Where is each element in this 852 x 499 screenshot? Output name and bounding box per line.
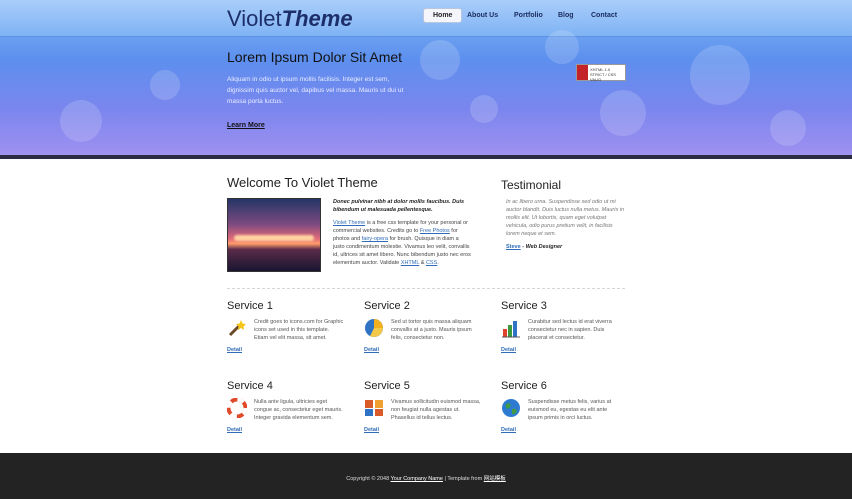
welcome-text-part: . (437, 260, 439, 266)
service-2-detail-link[interactable]: Detail (364, 347, 379, 353)
globe-icon (502, 399, 520, 417)
bar-chart-icon (502, 321, 520, 338)
hero-title: Lorem Ipsum Dolor Sit Amet (227, 49, 403, 65)
testimonial-quote: In ac libero urna. Suspendisse sed odio … (506, 199, 624, 237)
nav-about-us[interactable]: About Us (467, 12, 498, 19)
service-4-text: Nulla ante ligula, ultricies eget congue… (254, 399, 343, 421)
service-6-detail-link[interactable]: Detail (501, 427, 516, 433)
bokeh-decoration (420, 40, 460, 80)
footer-text-part: | Template from (442, 476, 484, 482)
free-photos-link[interactable]: Free Photos (420, 228, 450, 234)
service-5-detail-link[interactable]: Detail (364, 427, 379, 433)
service-5-text: Vivamus sollicitudin euismod massa, non … (391, 399, 481, 421)
magic-wand-icon (228, 320, 246, 337)
bokeh-decoration (60, 100, 102, 142)
nav-blog[interactable]: Blog (558, 12, 574, 19)
bokeh-decoration (150, 70, 180, 100)
service-3-text: Curabitur sed lectus id erat viverra con… (528, 319, 612, 341)
xhtml-link[interactable]: XHTML (401, 260, 419, 266)
welcome-intro: Donec pulvinar nibh at dolor mollis fauc… (333, 199, 465, 213)
testimonial-heading: Testimonial (501, 178, 562, 192)
service-3-title: Service 3 (501, 300, 547, 312)
footer-text-part: Copyright © 2048 (346, 476, 391, 482)
service-2-text: Sed ut tortor quis massa aliquam convall… (391, 319, 472, 341)
service-5-title: Service 5 (364, 380, 410, 392)
service-1-text: Credit goes to icons.com for Graphic ico… (254, 319, 344, 341)
service-1-title: Service 1 (227, 300, 273, 312)
nav-contact[interactable]: Contact (591, 12, 617, 19)
bokeh-decoration (600, 90, 646, 136)
w3c-validation-badge[interactable]: XHTML 1.0 STRICT / CSS VALID (576, 64, 626, 82)
badge-label: XHTML 1.0 STRICT / CSS VALID (590, 67, 616, 82)
service-6-title: Service 6 (501, 380, 547, 392)
author-link[interactable]: Steve (506, 244, 521, 250)
welcome-body: Violet Theme is a free css template for … (333, 219, 471, 267)
site-logo[interactable]: VioletTheme (227, 6, 353, 32)
learn-more-link[interactable]: Learn More (227, 122, 265, 129)
logo-text-bold: Theme (281, 6, 353, 31)
violet-theme-link[interactable]: Violet Theme (333, 220, 365, 226)
logo-text-plain: Violet (227, 6, 282, 31)
testimonial-author: Steve - Web Designer (506, 244, 562, 250)
service-4-title: Service 4 (227, 380, 273, 392)
header-banner: VioletTheme Home About Us Portfolio Blog… (0, 0, 852, 158)
blocks-icon (365, 400, 383, 416)
fairy-opera-link[interactable]: fairy-opera (362, 236, 388, 242)
template-source-link[interactable]: 网站模板 (484, 476, 506, 482)
bokeh-decoration (470, 95, 498, 123)
service-6-text: Suspendisse metus felis, varius at euism… (528, 399, 612, 421)
footer-copyright: Copyright © 2048 Your Company Name | Tem… (0, 474, 852, 482)
lifebuoy-icon (227, 398, 247, 418)
css-link[interactable]: CSS (426, 260, 437, 266)
pie-chart-icon (365, 319, 384, 338)
bokeh-decoration (770, 110, 806, 146)
welcome-heading: Welcome To Violet Theme (227, 175, 378, 190)
welcome-text-part: & (419, 260, 426, 266)
section-divider (227, 288, 625, 289)
header-bottom-border (0, 155, 852, 159)
nav-portfolio[interactable]: Portfolio (514, 12, 543, 19)
bokeh-decoration (545, 30, 579, 64)
badge-logo (577, 65, 588, 80)
service-2-title: Service 2 (364, 300, 410, 312)
company-link[interactable]: Your Company Name (391, 476, 443, 482)
bokeh-decoration (690, 45, 750, 105)
service-4-detail-link[interactable]: Detail (227, 427, 242, 433)
sunset-photo (227, 198, 321, 272)
hero-text: Aliquam in odio ut ipsum mollis facilisi… (227, 76, 404, 105)
service-3-detail-link[interactable]: Detail (501, 347, 516, 353)
nav-home[interactable]: Home (423, 8, 463, 23)
service-1-detail-link[interactable]: Detail (227, 347, 242, 353)
author-role: - Web Designer (520, 244, 563, 250)
